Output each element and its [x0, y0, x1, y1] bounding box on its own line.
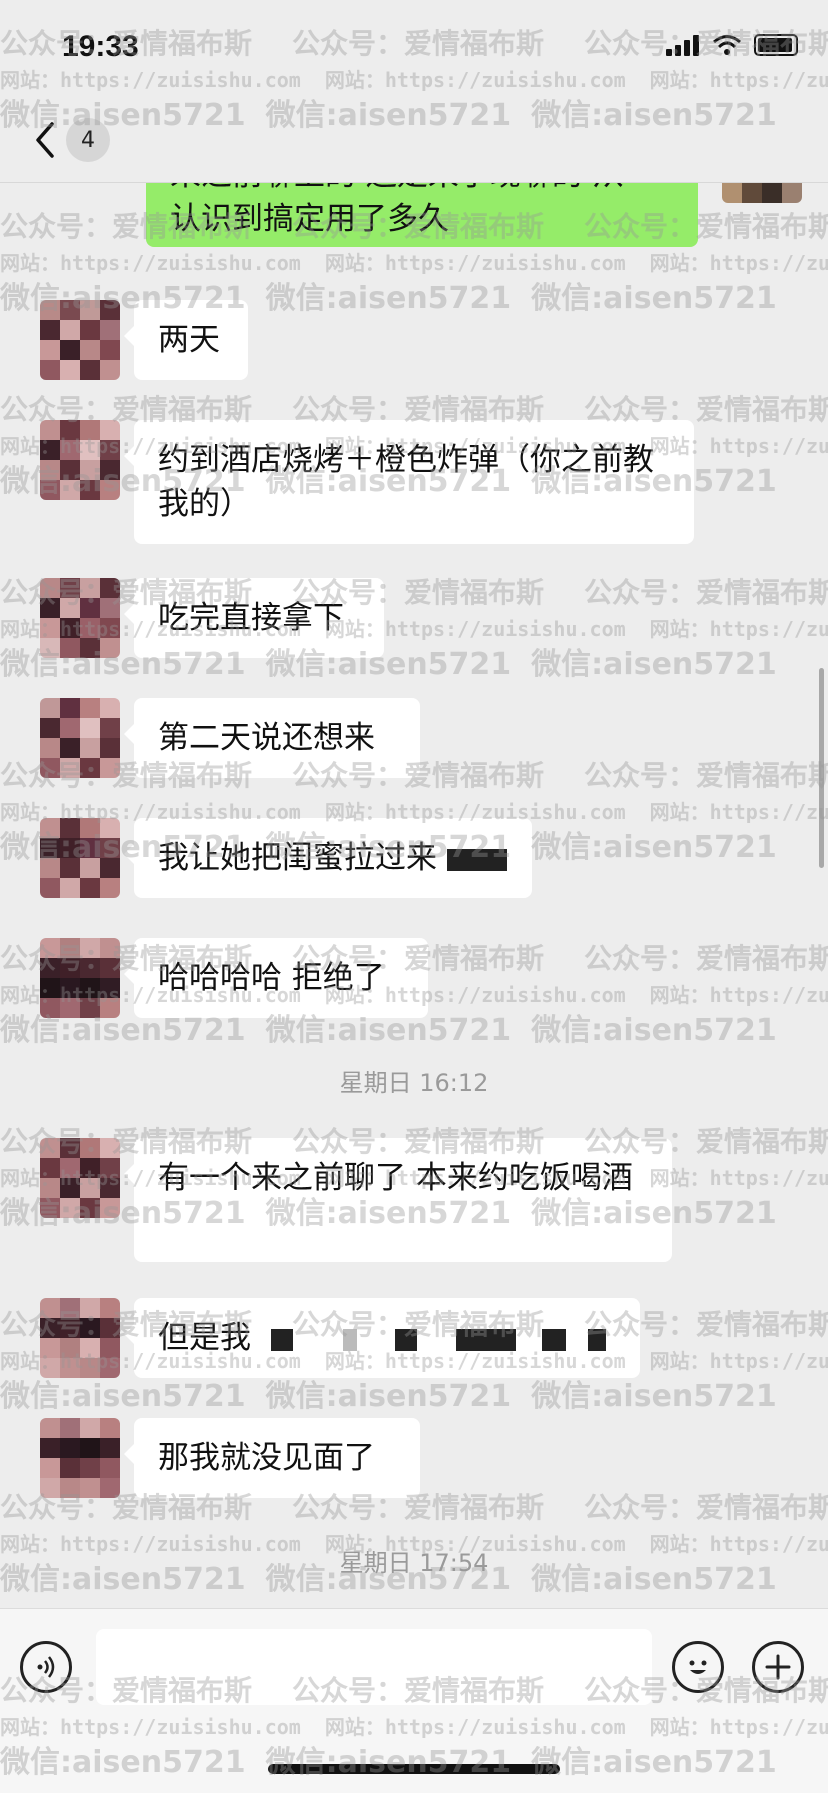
contact-message-bubble[interactable]: 那我就没见面了 [124, 1418, 420, 1498]
message-input[interactable] [96, 1629, 652, 1705]
unread-count-badge[interactable]: 4 [66, 118, 110, 162]
time-separator: 星期日 16:12 [339, 1069, 489, 1097]
battery-icon [754, 34, 798, 56]
contact-avatar[interactable] [40, 1418, 120, 1498]
redaction-mask [456, 1328, 517, 1351]
plus-icon[interactable] [752, 1641, 804, 1693]
chat-message-list[interactable]: 来之前聊上的 还是来了现聊的 从 认识到搞定用了多久 两天 约到酒店烧烤＋橙色炸… [0, 183, 828, 1608]
message-text: 哈哈哈哈 拒绝了 [158, 960, 385, 996]
message-text: 有一个来之前聊了 本来约吃饭喝酒 [158, 1160, 633, 1196]
redaction-mask [270, 1328, 293, 1351]
message-text: 吃完直接拿下 [158, 600, 344, 636]
signal-icon [666, 34, 700, 56]
message-text: 约到酒店烧烤＋橙色炸弹（你之前教我的） [158, 442, 654, 522]
redaction-mask [446, 848, 507, 871]
home-indicator [268, 1764, 560, 1774]
contact-message-bubble[interactable]: 两天 [124, 300, 248, 380]
my-avatar[interactable] [722, 183, 802, 203]
redaction-mask [342, 1328, 357, 1351]
contact-avatar[interactable] [40, 698, 120, 778]
contact-message-bubble[interactable]: 我让她把闺蜜拉过来 [124, 818, 532, 898]
redaction-mask [542, 1328, 567, 1351]
message-text: 但是我 [158, 1320, 251, 1356]
status-bar: 19:33 [0, 0, 828, 100]
contact-avatar[interactable] [40, 818, 120, 898]
wifi-icon [713, 35, 741, 55]
message-text: 第二天说还想来 [158, 720, 375, 756]
contact-message-bubble[interactable]: 有一个来之前聊了 本来约吃饭喝酒 [124, 1138, 672, 1262]
redaction-mask [588, 1328, 607, 1351]
my-message-text: 认识到搞定用了多久 [170, 201, 449, 237]
my-message-text-top: 来之前聊上的 还是来了现聊的 从 [170, 183, 674, 197]
contact-message-bubble[interactable]: 但是我 [124, 1298, 640, 1378]
status-icons [666, 34, 798, 56]
contact-message-bubble[interactable]: 哈哈哈哈 拒绝了 [124, 938, 428, 1018]
chevron-left-icon[interactable] [30, 120, 60, 160]
message-text: 我让她把闺蜜拉过来 [158, 840, 437, 876]
message-text: 那我就没见面了 [158, 1440, 375, 1476]
my-message-bubble[interactable]: 来之前聊上的 还是来了现聊的 从 认识到搞定用了多久 [146, 183, 698, 247]
contact-message-bubble[interactable]: 第二天说还想来 [124, 698, 420, 778]
contact-message-bubble[interactable]: 约到酒店烧烤＋橙色炸弹（你之前教我的） [124, 420, 694, 544]
contact-avatar[interactable] [40, 578, 120, 658]
emoji-icon[interactable] [672, 1641, 724, 1693]
voice-icon[interactable] [20, 1641, 72, 1693]
contact-avatar[interactable] [40, 1298, 120, 1378]
chat-header: 4 [0, 100, 828, 183]
status-time: 19:33 [62, 30, 139, 63]
scrollbar[interactable] [819, 668, 824, 868]
redaction-mask [394, 1328, 417, 1351]
time-separator: 星期日 17:54 [339, 1549, 489, 1577]
contact-avatar[interactable] [40, 420, 120, 500]
contact-avatar[interactable] [40, 938, 120, 1018]
contact-avatar[interactable] [40, 1138, 120, 1218]
contact-message-bubble[interactable]: 吃完直接拿下 [124, 578, 384, 658]
contact-avatar[interactable] [40, 300, 120, 380]
message-text: 两天 [158, 322, 220, 358]
